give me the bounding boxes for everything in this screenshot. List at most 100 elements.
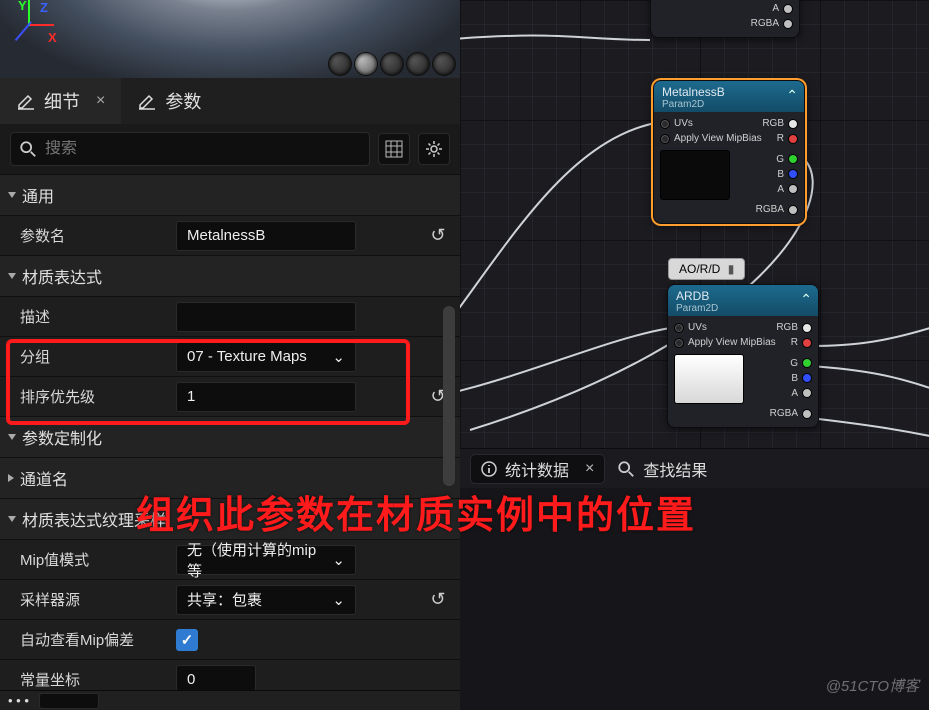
close-icon[interactable]: × — [88, 92, 105, 110]
auto-mip-checkbox[interactable]: ✓ — [176, 629, 198, 651]
preview-shape-buttons — [328, 52, 456, 76]
pin-r[interactable] — [788, 134, 798, 144]
pin-b-label: B — [791, 373, 798, 384]
pin-r[interactable] — [802, 338, 812, 348]
search-icon — [19, 140, 37, 158]
pin-rgba[interactable] — [802, 409, 812, 419]
node-subtitle: Param2D — [662, 99, 796, 110]
pin-uvs-label: UVs — [674, 118, 693, 129]
pin-r-label: R — [791, 337, 798, 348]
mip-mode-select[interactable]: 无（使用计算的mip等 ⌄ — [176, 545, 356, 575]
pin-rgb[interactable] — [802, 323, 812, 333]
category-material-expression-label: 材质表达式 — [22, 264, 102, 288]
node-subtitle: Param2D — [676, 303, 810, 314]
pin-g-label: G — [790, 358, 798, 369]
sort-priority-label: 排序优先级 — [8, 386, 176, 407]
pin-uvs[interactable] — [660, 119, 670, 129]
category-channel-name-label: 通道名 — [20, 466, 68, 490]
node-title: ARDB — [676, 289, 810, 303]
category-param-custom[interactable]: 参数定制化 — [0, 417, 460, 457]
node-collapse-button[interactable]: ⌃ — [800, 291, 812, 308]
comment-text: AO/R/D — [679, 262, 720, 276]
reset-param-name-button[interactable]: ↺ — [424, 225, 452, 246]
chevron-down-icon — [8, 192, 16, 198]
chevron-right-icon — [8, 474, 14, 482]
search-input[interactable] — [45, 140, 361, 158]
search-field[interactable] — [10, 132, 370, 166]
tab-details-label: 细节 — [44, 88, 80, 114]
sampler-select[interactable]: 共享：包裹 ⌄ — [176, 585, 356, 615]
pin-g[interactable] — [788, 154, 798, 164]
category-material-expression[interactable]: 材质表达式 — [0, 256, 460, 296]
pin-rgba-label: RGBA — [770, 408, 798, 419]
texture-preview[interactable] — [660, 150, 730, 200]
group-select-value: 07 - Texture Maps — [187, 348, 307, 365]
gear-icon — [425, 140, 443, 158]
pin-apply-label: Apply View MipBias — [688, 337, 776, 348]
pin-uvs[interactable] — [674, 323, 684, 333]
tab-details[interactable]: 细节 × — [0, 78, 121, 124]
settings-button[interactable] — [418, 133, 450, 165]
pin-rgb[interactable] — [788, 119, 798, 129]
sort-priority-input[interactable] — [176, 382, 356, 412]
node-comment[interactable]: AO/R/D ▮ — [668, 258, 745, 280]
param-name-label: 参数名 — [8, 225, 176, 246]
stats-pill[interactable]: 统计数据 × — [470, 454, 605, 484]
info-icon — [481, 461, 497, 477]
shape-sphere-button[interactable] — [354, 52, 378, 76]
shape-plane-button[interactable] — [380, 52, 404, 76]
const-coord-label: 常量坐标 — [8, 669, 176, 690]
pin-a-label: A — [777, 184, 784, 195]
desc-label: 描述 — [8, 306, 176, 327]
close-stats-icon[interactable]: × — [585, 460, 594, 478]
tab-params-label: 参数 — [165, 88, 201, 114]
pin-a-label: A — [791, 388, 798, 399]
pin-a[interactable] — [788, 184, 798, 194]
node-metalnessb[interactable]: MetalnessB Param2D ⌃ UVsRGB Apply View M… — [653, 80, 805, 224]
search-icon — [617, 460, 635, 478]
category-param-custom-label: 参数定制化 — [22, 425, 102, 449]
tab-params[interactable]: 参数 — [121, 78, 217, 124]
details-panel: 通用 参数名 ↺ 材质表达式 描述 分组 07 - Texture Maps ⌄ — [0, 124, 460, 710]
pin-rgba[interactable] — [783, 19, 793, 29]
desc-input[interactable] — [176, 302, 356, 332]
param-name-input[interactable] — [176, 221, 356, 251]
mip-mode-value: 无（使用计算的mip等 — [187, 539, 326, 581]
node-ardb[interactable]: ARDB Param2D ⌃ UVsRGB Apply View MipBias… — [667, 284, 819, 428]
pin-apply[interactable] — [660, 134, 670, 144]
strip-mini-select[interactable] — [39, 693, 99, 709]
node-collapse-button[interactable]: ⌃ — [786, 87, 798, 104]
node-title: MetalnessB — [662, 85, 796, 99]
category-general[interactable]: 通用 — [0, 175, 460, 215]
node-partial-top[interactable]: A RGBA — [650, 0, 800, 38]
bottom-strip: • • • — [0, 690, 460, 710]
pin-rgb-label: RGB — [776, 322, 798, 333]
pin-a[interactable] — [802, 388, 812, 398]
material-graph[interactable]: A RGBA MetalnessB Param2D ⌃ UVsRGB Apply… — [460, 0, 929, 448]
category-general-label: 通用 — [22, 183, 54, 207]
chevron-down-icon: ⌄ — [332, 348, 345, 366]
material-preview-viewport[interactable]: Y Z X — [0, 0, 460, 78]
pin-g[interactable] — [802, 358, 812, 368]
comment-handle-icon[interactable]: ▮ — [728, 262, 735, 276]
edit-icon — [137, 91, 157, 111]
axis-gizmo: Y Z X — [6, 0, 52, 44]
shape-custom-button[interactable] — [432, 52, 456, 76]
watermark: @51CTO博客 — [826, 675, 919, 696]
pin-rgba[interactable] — [788, 205, 798, 215]
pin-a[interactable] — [783, 4, 793, 14]
texture-preview[interactable] — [674, 354, 744, 404]
shape-cylinder-button[interactable] — [328, 52, 352, 76]
shape-cube-button[interactable] — [406, 52, 430, 76]
axis-z-label: Z — [40, 0, 48, 15]
pin-b[interactable] — [802, 373, 812, 383]
axis-x-label: X — [48, 30, 57, 45]
pin-a-label: A — [772, 3, 779, 14]
find-results-button[interactable]: 查找结果 — [617, 457, 707, 481]
group-label: 分组 — [8, 346, 176, 367]
pin-apply[interactable] — [674, 338, 684, 348]
grid-settings-button[interactable] — [378, 133, 410, 165]
scrollbar-thumb[interactable] — [443, 306, 455, 486]
group-select[interactable]: 07 - Texture Maps ⌄ — [176, 342, 356, 372]
pin-b[interactable] — [788, 169, 798, 179]
